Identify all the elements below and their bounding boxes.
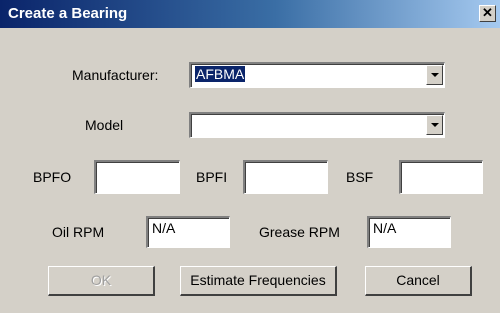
chevron-down-icon [431,123,439,127]
model-combobox[interactable] [189,112,445,138]
bpfo-input[interactable] [94,160,180,194]
manufacturer-value: AFBMA [195,66,246,82]
model-label: Model [85,117,124,133]
model-dropdown-button[interactable] [426,115,443,135]
manufacturer-combobox[interactable]: AFBMA [189,62,445,88]
bsf-input[interactable] [399,160,483,194]
bpfo-label: BPFO [33,169,72,185]
title-bar[interactable]: Create a Bearing ✕ [0,0,500,28]
bsf-label: BSF [346,169,374,185]
oil-rpm-value: N/A [152,220,176,236]
grease-rpm-label: Grease RPM [259,224,340,240]
ok-button[interactable]: OK [48,266,155,296]
manufacturer-label: Manufacturer: [72,67,159,83]
bpfi-input[interactable] [243,160,328,194]
window-title: Create a Bearing [8,5,128,22]
oil-rpm-label: Oil RPM [52,224,105,240]
create-bearing-dialog: Create a Bearing ✕ Manufacturer: AFBMA M… [0,0,500,313]
oil-rpm-input[interactable]: N/A [146,216,230,248]
cancel-button[interactable]: Cancel [365,266,472,296]
close-button[interactable]: ✕ [479,5,496,22]
grease-rpm-value: N/A [373,220,397,236]
bpfi-label: BPFI [196,169,228,185]
manufacturer-dropdown-button[interactable] [426,65,443,85]
close-icon: ✕ [482,5,493,20]
estimate-frequencies-button[interactable]: Estimate Frequencies [180,266,337,296]
grease-rpm-input[interactable]: N/A [367,216,451,248]
chevron-down-icon [431,73,439,77]
